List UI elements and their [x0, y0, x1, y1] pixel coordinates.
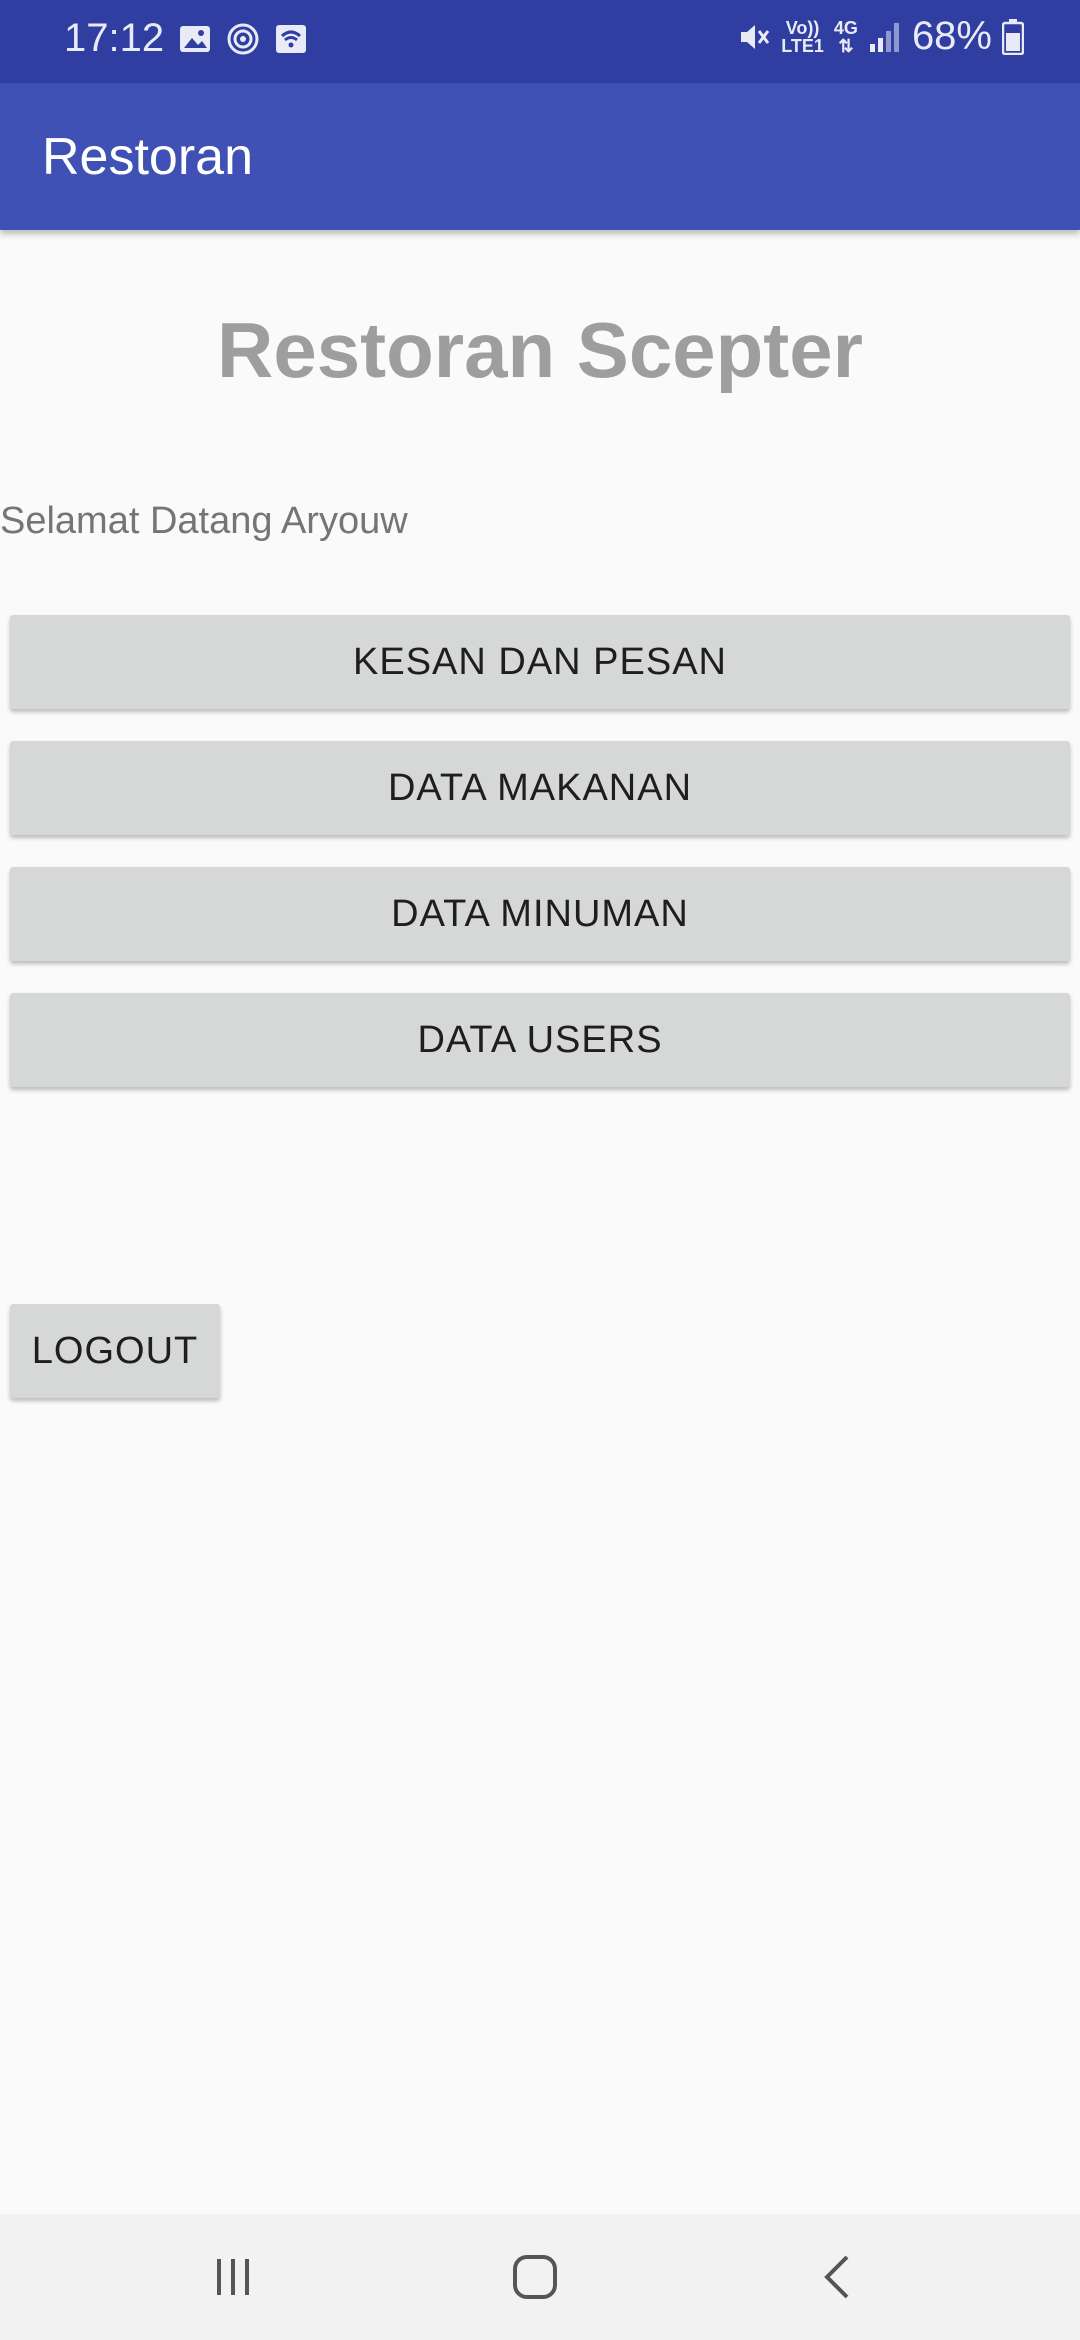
welcome-text: Selamat Datang Aryouw: [0, 500, 408, 542]
navigation-bar: [0, 2214, 1080, 2340]
app-bar: Restoran: [0, 83, 1080, 230]
wifi-hotspot-icon: [276, 25, 306, 53]
data-minuman-button[interactable]: DATA MINUMAN: [10, 867, 1070, 961]
gallery-icon: [180, 26, 210, 52]
status-time: 17:12: [64, 16, 165, 60]
back-icon[interactable]: [797, 2242, 877, 2312]
app-title: Restoran: [42, 128, 253, 186]
data-makanan-button[interactable]: DATA MAKANAN: [10, 741, 1070, 835]
kesan-dan-pesan-button[interactable]: KESAN DAN PESAN: [10, 615, 1070, 709]
volte-icon: Vo)) LTE1: [781, 17, 824, 56]
page-title: Restoran Scepter: [217, 306, 863, 394]
status-icons-right: Vo)) LTE1 4G ⇅ 68%: [737, 14, 1024, 59]
data-arrows-icon: 4G ⇅: [833, 17, 858, 56]
status-bar: 17:12 Vo)) LTE1 4G ⇅ 68%: [0, 0, 1080, 83]
signal-icon: [869, 22, 899, 52]
mute-icon: [741, 24, 770, 49]
status-icons-left: [178, 22, 308, 56]
data-users-button[interactable]: DATA USERS: [10, 993, 1070, 1087]
logout-button[interactable]: LOGOUT: [10, 1304, 220, 1398]
battery-percent: 68%: [911, 14, 992, 58]
home-icon[interactable]: [495, 2242, 575, 2312]
recent-apps-icon[interactable]: [193, 2242, 273, 2312]
sync-icon: [227, 23, 259, 55]
battery-icon: [1002, 18, 1024, 55]
